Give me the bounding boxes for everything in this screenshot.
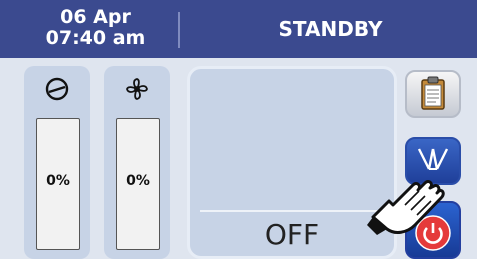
fan-value: 0%: [126, 173, 150, 189]
datetime: 06 Apr 07:40 am: [18, 7, 173, 49]
header-bar: 06 Apr 07:40 am STANDBY: [0, 0, 477, 58]
compressor-value: 0%: [46, 173, 70, 189]
fan-gauge: 0%: [104, 66, 170, 259]
fan-level-bar: 0%: [116, 118, 160, 250]
header-divider: [178, 12, 180, 48]
clipboard-button[interactable]: [405, 70, 461, 118]
fan-icon: [104, 76, 170, 106]
main-divider-line: [200, 210, 386, 212]
compressor-level-bar: 0%: [36, 118, 80, 250]
unit-state-label: OFF: [264, 218, 320, 251]
time-label: 07:40 am: [45, 27, 146, 49]
clipboard-icon: [421, 76, 445, 110]
compressor-gauge: 0%: [24, 66, 90, 259]
compressor-icon: [24, 76, 90, 106]
status-label: STANDBY: [278, 17, 383, 41]
pointer-hand-icon: [367, 180, 445, 235]
date-label: 06 Apr: [60, 6, 131, 28]
